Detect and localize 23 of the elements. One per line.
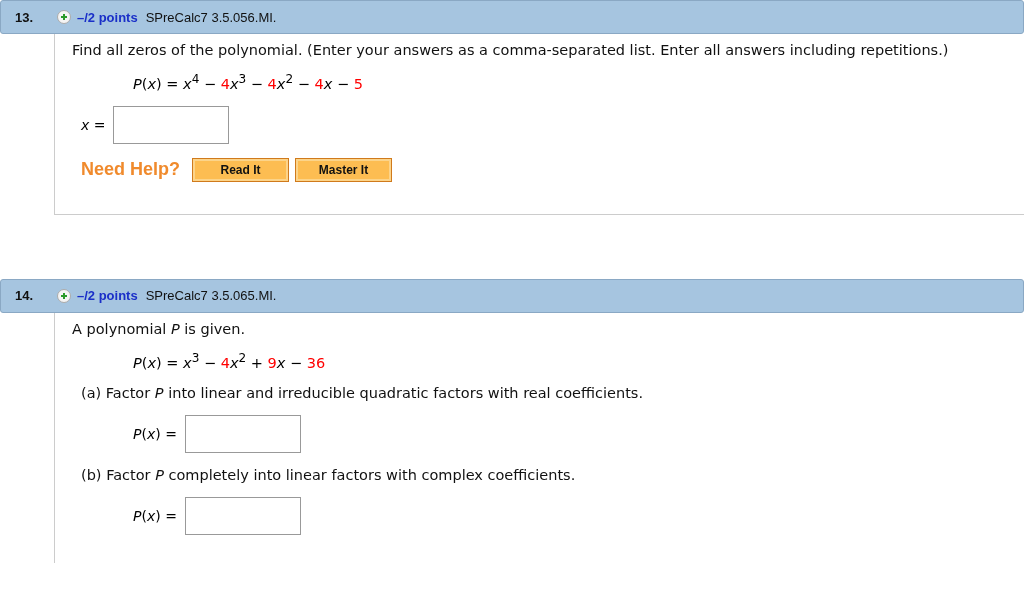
polynomial-equation: P(x) = x$^{4}$ − 4x$^{3}$ − 4x$^{2}$ − 4x − 5 [133,72,364,92]
help-button[interactable]: Read It [192,157,290,182]
points-label: –/2 points [77,9,138,25]
plus-icon[interactable] [57,288,71,303]
polynomial-equation: P(x) = x$^{3}$ − 4x$^{2}$ + 9x − 36 [133,350,327,371]
answer-field[interactable] [113,105,230,144]
answer-field[interactable] [184,496,301,535]
plus-icon[interactable] [57,10,71,24]
answer-label: x = [81,116,106,133]
question-number: 14. [14,288,35,304]
help-button[interactable]: Master It [295,157,393,182]
problem-source: SPreCalc7 3.5.056.MI. [145,9,277,25]
question-text: (a) Factor P into linear and irreducible quadratic factors with real coefficients. [81,384,644,401]
question-text: A polynomial P is given. [72,320,247,337]
question-text: Find all zeros of the polynomial. (Enter your answers as a comma-separated list. Enter all answers including repetitions.) [72,42,950,58]
help-label: Need Help? [81,159,181,181]
answer-label: P(x) = [133,507,177,524]
question-text: (b) Factor P completely into linear factors with complex coefficients. [81,466,577,483]
answer-label: P(x) = [133,425,177,442]
points-label: –/2 points [77,288,138,304]
problem-source: SPreCalc7 3.5.065.MI. [145,288,277,304]
question-number: 13. [14,9,35,25]
answer-field[interactable] [184,414,301,453]
